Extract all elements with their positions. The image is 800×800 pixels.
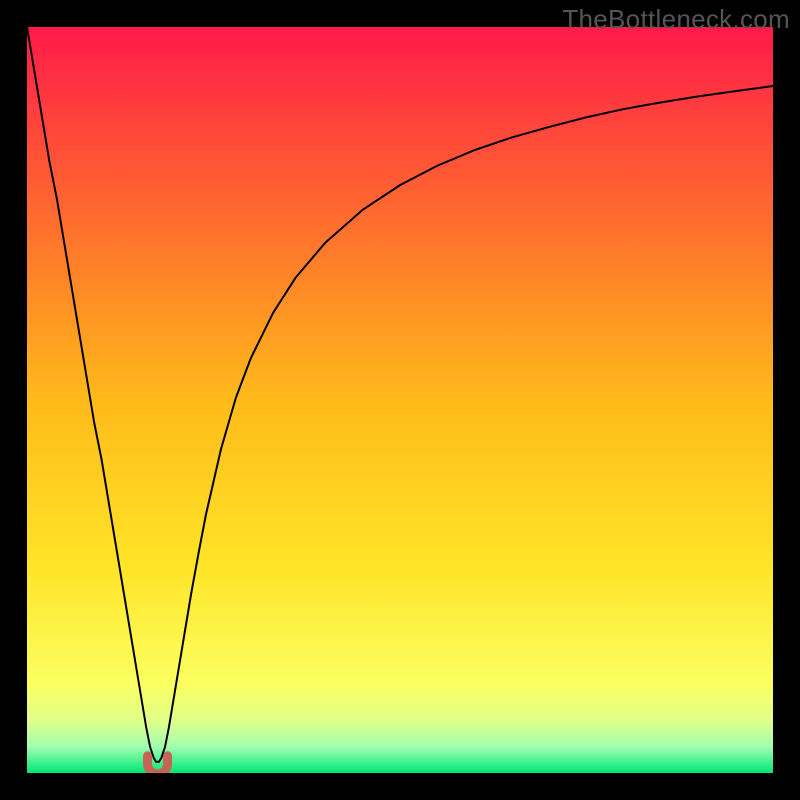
- plot-area: [27, 27, 773, 773]
- chart-canvas: [27, 27, 773, 773]
- chart-frame: TheBottleneck.com: [0, 0, 800, 800]
- watermark-text: TheBottleneck.com: [562, 4, 790, 35]
- gradient-background: [27, 27, 773, 773]
